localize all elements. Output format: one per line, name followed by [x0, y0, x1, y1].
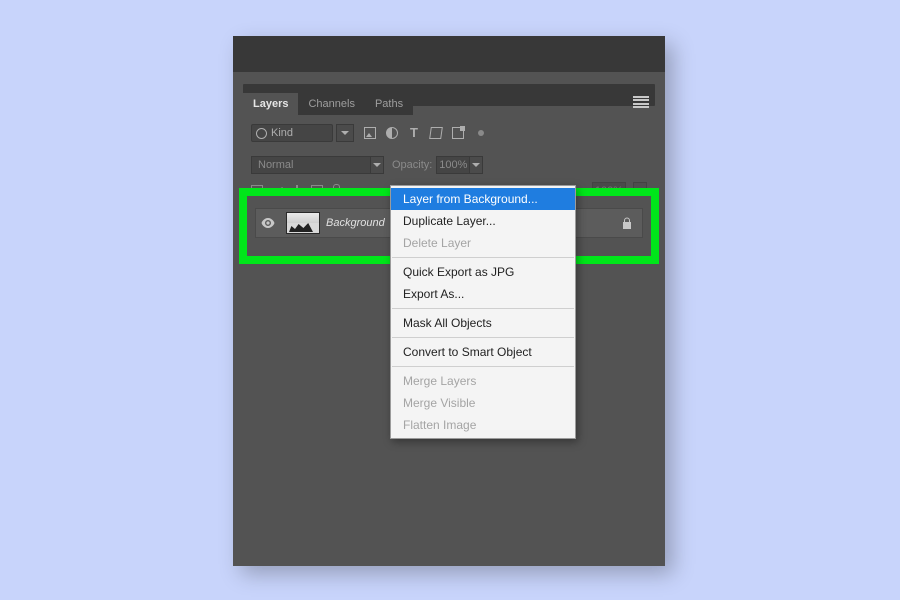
- tab-paths[interactable]: Paths: [365, 93, 413, 115]
- menu-separator: [392, 257, 574, 258]
- menu-merge-visible: Merge Visible: [391, 392, 575, 414]
- blend-dropdown-icon[interactable]: [370, 156, 384, 174]
- menu-quick-export[interactable]: Quick Export as JPG: [391, 261, 575, 283]
- menu-separator: [392, 337, 574, 338]
- visibility-eye-icon[interactable]: [256, 218, 280, 228]
- menu-mask-all-objects[interactable]: Mask All Objects: [391, 312, 575, 334]
- filter-shape-icon[interactable]: [429, 127, 443, 139]
- menu-flatten-image: Flatten Image: [391, 414, 575, 436]
- layer-lock-icon[interactable]: [620, 216, 634, 230]
- kind-dropdown-icon[interactable]: [336, 124, 354, 142]
- menu-merge-layers: Merge Layers: [391, 370, 575, 392]
- opacity-dropdown-icon[interactable]: [469, 156, 483, 174]
- menu-convert-smart-object[interactable]: Convert to Smart Object: [391, 341, 575, 363]
- filter-toggle-icon[interactable]: [478, 130, 484, 136]
- menu-separator: [392, 366, 574, 367]
- filter-smartobject-icon[interactable]: [452, 127, 464, 139]
- menu-separator: [392, 308, 574, 309]
- filter-type-icon[interactable]: T: [408, 127, 420, 139]
- kind-label: Kind: [271, 127, 293, 139]
- layer-context-menu: Layer from Background... Duplicate Layer…: [390, 185, 576, 439]
- filter-pixel-icon[interactable]: [364, 127, 376, 139]
- blend-row: Normal Opacity: 100%: [251, 154, 647, 176]
- opacity-label: Opacity:: [392, 159, 432, 171]
- tab-channels[interactable]: Channels: [298, 93, 364, 115]
- opacity-value[interactable]: 100%: [436, 156, 470, 174]
- layer-thumbnail[interactable]: [286, 212, 320, 234]
- layer-name-label[interactable]: Background: [326, 217, 385, 229]
- tabs-row: Layers Channels Paths: [243, 91, 655, 117]
- menu-export-as[interactable]: Export As...: [391, 283, 575, 305]
- tab-layers[interactable]: Layers: [243, 93, 298, 115]
- filter-icons: T: [364, 127, 484, 139]
- blend-mode-select[interactable]: Normal: [251, 156, 371, 174]
- menu-duplicate-layer[interactable]: Duplicate Layer...: [391, 210, 575, 232]
- menu-layer-from-background[interactable]: Layer from Background...: [391, 188, 575, 210]
- filter-adjustment-icon[interactable]: [386, 127, 398, 139]
- layer-search-kind[interactable]: Kind: [251, 124, 333, 142]
- panel-menu-icon[interactable]: [633, 96, 649, 108]
- menu-delete-layer: Delete Layer: [391, 232, 575, 254]
- blend-mode-value: Normal: [258, 159, 293, 171]
- filter-row: Kind T: [251, 122, 647, 144]
